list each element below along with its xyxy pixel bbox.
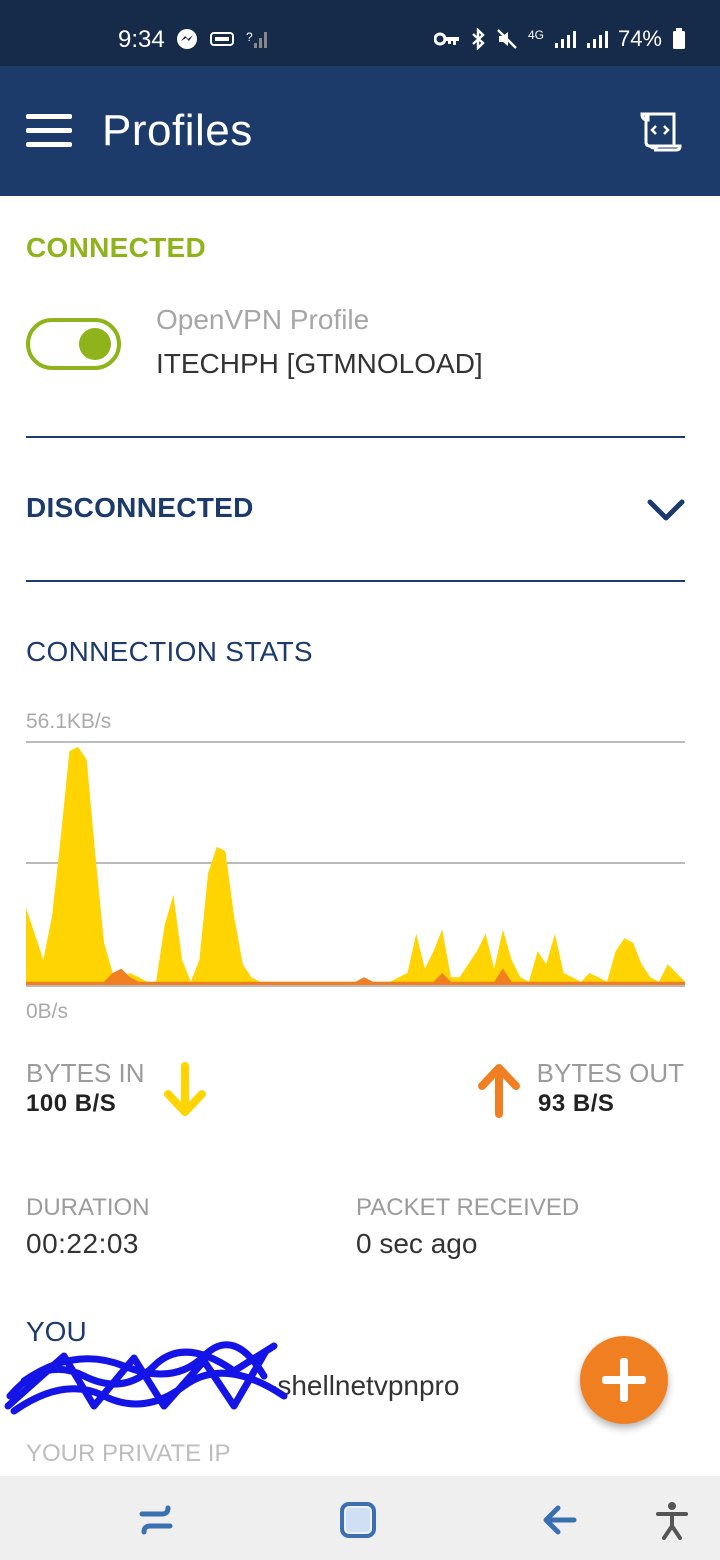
packet-received-label: PACKET RECEIVED: [356, 1194, 580, 1221]
connection-stats-heading: CONNECTION STATS: [26, 636, 313, 667]
chart-max-label: 56.1KB/s: [26, 710, 112, 733]
divider: [26, 436, 685, 438]
redaction-scribble: [4, 1341, 288, 1415]
profile-name[interactable]: ITECHPH [GTMNOLOAD]: [156, 348, 483, 380]
status-time: 9:34: [118, 26, 165, 53]
accessibility-button[interactable]: [654, 1500, 694, 1540]
chevron-down-icon: [647, 499, 685, 521]
back-arrow-icon: [543, 1505, 577, 1535]
battery-percent: 74%: [617, 26, 662, 51]
signal-icon-2: [586, 31, 608, 48]
back-button[interactable]: [540, 1500, 580, 1540]
packet-received-value: 0 sec ago: [356, 1228, 478, 1259]
toggle-knob: [79, 328, 111, 360]
svg-text:?: ?: [246, 30, 253, 44]
bytes-in-label: BYTES IN: [26, 1058, 145, 1088]
chart-min-label: 0B/s: [26, 1000, 69, 1023]
home-button[interactable]: [338, 1500, 378, 1540]
bytes-out-value: 93 B/S: [538, 1090, 615, 1117]
battery-icon: [673, 28, 685, 49]
signal-icon: [554, 31, 576, 48]
profile-type: OpenVPN Profile: [156, 304, 370, 335]
recent-apps-button[interactable]: [136, 1500, 176, 1540]
duration-value: 00:22:03: [26, 1228, 139, 1259]
file-code-icon: [640, 112, 682, 152]
arrow-down-icon: [164, 1062, 206, 1116]
system-nav-bar: [0, 1476, 720, 1560]
traffic-chart: [26, 741, 685, 987]
menu-button[interactable]: [26, 114, 72, 148]
menu-icon: [26, 114, 72, 119]
arrow-up-icon: [478, 1064, 520, 1118]
home-icon: [340, 1502, 376, 1538]
connected-heading: CONNECTED: [26, 232, 207, 263]
status-bar: 9:34 ? 4G 74%: [0, 0, 720, 66]
divider: [26, 580, 685, 582]
expand-disconnected-button[interactable]: [646, 496, 686, 524]
duration-label: DURATION: [26, 1194, 150, 1221]
private-ip-label: YOUR PRIVATE IP: [26, 1440, 231, 1467]
bytes-out-label: BYTES OUT: [536, 1058, 684, 1088]
bluetooth-icon: [472, 28, 485, 50]
page-title: Profiles: [102, 106, 253, 155]
connection-toggle[interactable]: [26, 318, 121, 370]
you-value: -shellnetvpnpro: [268, 1370, 460, 1401]
add-profile-button[interactable]: [580, 1336, 668, 1424]
app-bar: Profiles: [0, 66, 720, 196]
import-profile-button[interactable]: [638, 110, 684, 154]
network-type-label: 4G: [527, 28, 544, 42]
messenger-icon: [177, 29, 197, 49]
status-left-icons: ?: [176, 28, 268, 50]
series-area-bytes-in: [26, 746, 685, 986]
recent-apps-icon: [139, 1505, 173, 1535]
disconnected-heading[interactable]: DISCONNECTED: [26, 492, 254, 524]
mute-icon: [497, 29, 517, 49]
vpn-key-icon: [433, 32, 459, 46]
bytes-in-value: 100 B/S: [26, 1090, 117, 1117]
accessibility-icon: [656, 1502, 688, 1540]
no-signal-icon: ?: [246, 30, 267, 48]
sim-card-icon: [210, 32, 234, 46]
status-right-icons: 4G 74%: [433, 26, 686, 52]
